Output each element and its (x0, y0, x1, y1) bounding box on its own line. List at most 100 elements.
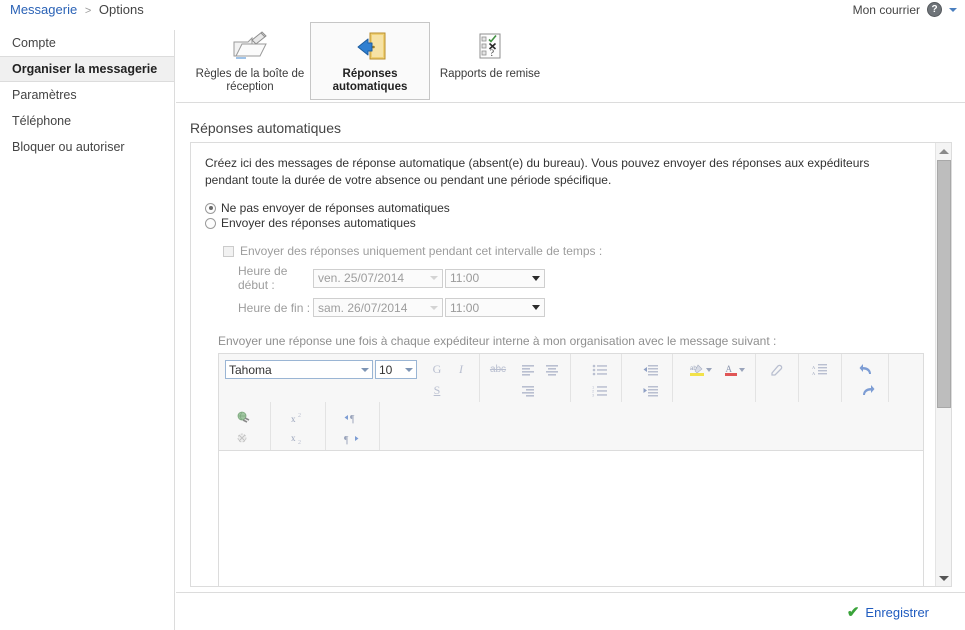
sidebar-item-organiser-la-messagerie[interactable]: Organiser la messagerie (0, 56, 174, 82)
scroll-up-arrow[interactable] (936, 143, 951, 159)
align-right-icon[interactable] (516, 380, 540, 401)
insert-hyperlink-icon[interactable] (229, 407, 259, 428)
sidebar-item-telephone[interactable]: Téléphone (0, 108, 174, 134)
left-to-right-icon[interactable]: ¶ (338, 407, 368, 428)
toolbar-group-font: Tahoma 10 G S I (219, 354, 480, 402)
end-date-value: sam. 26/07/2014 (318, 300, 408, 315)
line-spacing-icon[interactable]: A A (805, 359, 835, 380)
checkbox-time-interval[interactable] (223, 245, 234, 257)
indent-decrease-icon[interactable] (636, 359, 666, 380)
ribbon-button-delivery-reports-label: Rapports de remise (439, 68, 541, 80)
svg-text:x: x (291, 433, 296, 443)
page-title: Réponses automatiques (190, 120, 341, 136)
highlight-color-icon[interactable]: ab (685, 359, 715, 380)
align-left-icon[interactable] (516, 359, 540, 380)
radio-no-auto-replies[interactable] (205, 202, 216, 214)
end-time-select[interactable]: 11:00 (445, 298, 545, 317)
editor-toolbar: Tahoma 10 G S I abc 1 2 3 ab A A A x 2 x… (218, 353, 924, 451)
sidebar-item-parametres[interactable]: Paramètres (0, 82, 174, 108)
options-page: Messagerie > Options Mon courrier ? Comp… (0, 0, 965, 630)
numbered-list-icon[interactable]: 1 2 3 (585, 380, 615, 401)
save-button[interactable]: ✔ Enregistrer (847, 603, 929, 621)
editor-toolbar-row-1: Tahoma 10 G S I abc 1 2 3 ab A A A (219, 354, 923, 402)
ribbon-button-automatic-replies[interactable]: Réponses automatiques (310, 22, 430, 100)
message-editor: Tahoma 10 G S I abc 1 2 3 ab A A A x 2 x… (218, 353, 924, 586)
radio-send-auto-replies[interactable] (205, 217, 216, 229)
strikethrough-button[interactable]: abc (486, 359, 510, 380)
checkbox-time-interval-label[interactable]: Envoyer des réponses uniquement pendant … (240, 244, 602, 258)
toolbar-group-hyperlink (219, 402, 271, 450)
font-size-select[interactable]: 10 (375, 360, 417, 379)
font-family-select[interactable]: Tahoma (225, 360, 373, 379)
message-editor-label: Envoyer une réponse une fois à chaque ex… (218, 334, 777, 348)
redo-icon[interactable] (852, 380, 882, 401)
breadcrumb: Messagerie > Options (10, 2, 144, 17)
italic-button[interactable]: I (449, 359, 473, 380)
start-date-value: ven. 25/07/2014 (318, 271, 405, 285)
remove-hyperlink-icon[interactable] (229, 428, 259, 449)
font-size-value: 10 (379, 362, 393, 377)
ribbon-button-automatic-replies-label: Réponses automatiques (332, 68, 408, 93)
svg-text:3: 3 (592, 392, 595, 396)
top-bar: Messagerie > Options Mon courrier ? (0, 0, 965, 22)
svg-text:A: A (812, 371, 816, 376)
font-color-icon[interactable]: A (719, 359, 749, 380)
ribbon-button-delivery-reports[interactable]: ? Rapports de remise (430, 22, 550, 100)
start-time-value: 11:00 (450, 271, 480, 285)
start-date-picker[interactable]: ven. 25/07/2014 (313, 268, 443, 288)
end-date-picker[interactable]: sam. 26/07/2014 (313, 298, 443, 317)
bold-button[interactable]: G (425, 359, 449, 380)
toolbar-group-direction: ¶ ¶ (326, 402, 380, 450)
message-body-input[interactable] (218, 451, 924, 586)
sidebar: Compte Organiser la messagerie Paramètre… (0, 30, 175, 630)
clear-formatting-icon[interactable] (762, 359, 792, 380)
scroll-down-arrow[interactable] (936, 570, 951, 586)
editor-toolbar-row-2: x 2 x 2 ¶ ¶ (219, 402, 923, 450)
subscript-icon[interactable]: x 2 (285, 428, 315, 449)
save-button-label: Enregistrer (865, 604, 929, 620)
radio-no-auto-replies-label[interactable]: Ne pas envoyer de réponses automatiques (221, 201, 450, 215)
superscript-icon[interactable]: x 2 (285, 407, 315, 428)
ribbon-button-inbox-rules[interactable]: Règles de la boîte de réception (190, 22, 310, 100)
chevron-down-icon (405, 367, 413, 372)
radio-send-auto-replies-label[interactable]: Envoyer des réponses automatiques (221, 216, 416, 230)
toolbar-group-history (842, 354, 889, 402)
help-circle-icon[interactable]: ? (927, 2, 942, 17)
green-check-icon: ✔ (846, 604, 860, 621)
content-area: Réponses automatiques Créez ici des mess… (176, 110, 965, 590)
ribbon-button-inbox-rules-label: Règles de la boîte de réception (195, 68, 305, 93)
sidebar-item-compte[interactable]: Compte (0, 30, 174, 56)
scrollbar-thumb[interactable] (937, 160, 951, 408)
automatic-replies-door-icon (350, 29, 390, 65)
panel-scrollbar[interactable] (935, 143, 951, 586)
inbox-rules-folder-icon (230, 29, 270, 65)
toolbar-group-indent (622, 354, 673, 402)
svg-text:?: ? (490, 48, 494, 58)
undo-icon[interactable] (852, 359, 882, 380)
chevron-down-icon[interactable] (949, 7, 957, 12)
panel-description: Créez ici des messages de réponse automa… (205, 156, 870, 187)
right-to-left-icon[interactable]: ¶ (338, 428, 368, 449)
chevron-down-icon (430, 276, 438, 280)
breadcrumb-root-link[interactable]: Messagerie (10, 2, 77, 17)
ribbon: Règles de la boîte de réception Réponses… (176, 22, 965, 102)
svg-text:A: A (725, 364, 732, 374)
toolbar-group-colors: ab A (673, 354, 756, 402)
toolbar-group-alignment: abc (480, 354, 571, 402)
checkbox-row-time-interval[interactable]: Envoyer des réponses uniquement pendant … (223, 244, 937, 258)
radio-row-no-auto-replies[interactable]: Ne pas envoyer de réponses automatiques (205, 201, 937, 215)
bullet-list-icon[interactable] (585, 359, 615, 380)
delivery-reports-checklist-icon: ? (473, 29, 507, 65)
mailbox-label[interactable]: Mon courrier (853, 3, 920, 17)
sidebar-item-bloquer-ou-autoriser[interactable]: Bloquer ou autoriser (0, 134, 174, 160)
start-time-label: Heure de début : (238, 264, 288, 292)
indent-increase-icon[interactable] (636, 380, 666, 401)
radio-row-send-auto-replies[interactable]: Envoyer des réponses automatiques (205, 216, 937, 230)
start-time-select[interactable]: 11:00 (445, 268, 545, 288)
toolbar-group-lists: 1 2 3 (571, 354, 622, 402)
settings-panel: Créez ici des messages de réponse automa… (190, 142, 952, 587)
svg-text:¶: ¶ (344, 435, 349, 445)
chevron-down-icon (361, 367, 369, 372)
align-center-icon[interactable] (540, 359, 564, 380)
underline-button[interactable]: S (425, 380, 449, 401)
